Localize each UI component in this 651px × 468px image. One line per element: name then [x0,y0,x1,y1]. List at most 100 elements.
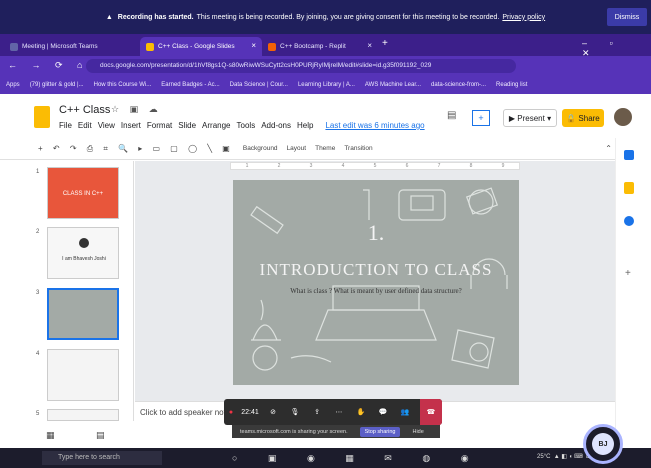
mic-off-icon[interactable]: 🎙 [284,408,306,416]
menu-help[interactable]: Help [297,121,313,130]
slide-thumb-2[interactable]: I am Bhavesh Joshi [47,227,119,279]
tasks-icon[interactable] [624,216,634,226]
menu-bar: File Edit View Insert Format Slide Arran… [59,121,425,130]
menu-slide[interactable]: Slide [178,121,196,130]
sharing-message: teams.microsoft.com is sharing your scre… [240,428,348,435]
layout-button[interactable]: Layout [287,145,307,152]
teams-call-bar: ● 22:41 ⊘ 🎙 ⇪ ⋯ ✋ 💬 👥 ☎ [224,399,442,425]
menu-arrange[interactable]: Arrange [202,121,230,130]
dismiss-button[interactable]: Dismiss [607,8,647,26]
share-screen-icon[interactable]: ⇪ [306,408,328,416]
call-timer: 22:41 [241,408,259,416]
present-label: Present [517,113,545,123]
slide-number: 1 [36,169,40,175]
privacy-policy-link[interactable]: Privacy policy [502,14,545,21]
menu-addons[interactable]: Add-ons [261,121,291,130]
add-addon-icon[interactable]: + [625,268,631,279]
line-art-background [250,187,508,371]
grid-view-icon[interactable]: ▦ [46,430,55,441]
slide-thumb-4[interactable] [47,349,119,401]
avatar-initials: BJ [592,433,614,455]
more-icon[interactable]: ⋯ [328,408,350,416]
bookmark-item[interactable]: data-science-from-... [431,82,486,88]
chat-icon[interactable]: 💬 [372,408,394,416]
slides-logo-icon[interactable] [34,106,50,128]
background-button[interactable]: Background [243,145,278,152]
portrait-icon [79,238,89,248]
close-icon[interactable]: × [367,41,372,50]
menu-format[interactable]: Format [147,121,172,130]
bookmark-item[interactable]: AWS Machine Lear... [365,82,421,88]
close-icon[interactable]: × [251,41,256,50]
taskbar-search[interactable]: Type here to search [42,451,162,465]
url-field[interactable]: docs.google.com/presentation/d/1hVf8gs1Q… [86,59,516,73]
teams-icon [10,43,18,51]
bookmark-item[interactable]: How this Course Wi... [94,82,152,88]
windows-taskbar: Type here to search ○ ▣ ◉ ▦ ✉ ◍ ◉ 25°C ▲… [0,448,651,468]
speaker-notes-placeholder: Click to add speaker notes [140,408,235,417]
transition-button[interactable]: Transition [344,145,372,152]
slide-number: 5 [36,411,40,417]
slide-thumb-1[interactable]: CLASS IN C++ [47,167,119,219]
slide-thumb-3[interactable] [47,288,119,340]
participants-icon[interactable]: 👥 [394,408,416,416]
banner-title: Recording has started. [117,13,194,21]
menu-insert[interactable]: Insert [121,121,141,130]
new-tab-icon[interactable]: + [382,38,388,49]
last-edit-link[interactable]: Last edit was 6 minutes ago [325,121,424,130]
side-panel: + [615,138,651,448]
star-icon[interactable]: ☆ ▣ ☁ [111,104,162,115]
bookmark-item[interactable]: Reading list [496,82,527,88]
tab-strip: Meeting | Microsoft Teams C++ Class - Go… [0,34,651,58]
menu-file[interactable]: File [59,121,72,130]
slide-number: 3 [36,290,40,296]
theme-button[interactable]: Theme [315,145,335,152]
recording-dot-icon: ● [228,408,234,416]
keep-icon[interactable] [624,182,634,194]
current-slide[interactable]: 1. INTRODUCTION TO CLASS What is class ?… [233,180,519,385]
bookmark-item[interactable]: Apps [6,82,20,88]
camera-off-icon[interactable]: ⊘ [262,408,284,416]
bookmark-item[interactable]: (79) glitter & gold |... [30,82,84,88]
calendar-icon[interactable] [624,150,634,160]
slide-number: 4 [36,351,40,357]
toolbar-icons[interactable]: + ↶ ↷ ⎙ ⌗ 🔍 ▸ ▭ ▢ ◯ ╲ ▣ [38,144,234,154]
recording-banner: ▲ Recording has started. This meeting is… [0,0,651,34]
slide-number-text: 1. [367,220,385,245]
editor-toolbar: + ↶ ↷ ⎙ ⌗ 🔍 ▸ ▭ ▢ ◯ ╲ ▣ Background Layou… [0,138,640,160]
tab-teams[interactable]: Meeting | Microsoft Teams [4,37,122,56]
bookmark-item[interactable]: Data Science | Cour... [230,82,288,88]
tab-google-slides[interactable]: C++ Class - Google Slides × [140,37,262,56]
menu-view[interactable]: View [98,121,115,130]
warning-icon: ▲ [105,13,113,21]
taskbar-app-icons[interactable]: ○ ▣ ◉ ▦ ✉ ◍ ◉ [232,453,483,464]
bookmark-item[interactable]: Learning Library | A... [298,82,355,88]
filmstrip: 1 CLASS IN C++ 2 I am Bhavesh Joshi 3 4 … [0,161,134,421]
hang-up-button[interactable]: ☎ [420,399,442,425]
present-button[interactable]: ▶ Present ▾ [503,109,557,127]
tab-label: C++ Bootcamp - Replit [280,43,346,50]
menu-edit[interactable]: Edit [78,121,92,130]
slide-thumb-5[interactable] [47,409,119,421]
add-icon[interactable]: + [472,110,490,126]
filmstrip-view-icon[interactable]: ▤ [96,430,105,441]
document-title[interactable]: C++ Class [59,104,110,116]
chevron-up-icon[interactable]: ⌃ [605,144,612,153]
comments-icon[interactable]: ▤ [447,110,456,121]
bookmark-item[interactable]: Earned Badges - Ac... [161,82,219,88]
menu-tools[interactable]: Tools [237,121,256,130]
sharing-bar: teams.microsoft.com is sharing your scre… [232,425,440,438]
ruler: 123456789 [230,162,520,170]
replit-icon [268,43,276,51]
slides-icon [146,43,154,51]
banner-message: This meeting is being recorded. By joini… [196,13,500,21]
stop-sharing-button[interactable]: Stop sharing [359,426,401,437]
hide-button[interactable]: Hide [412,429,423,435]
nav-arrows-icon[interactable]: ← → ⟳ ⌂ [8,60,88,71]
slide-thumb-text: I am Bhavesh Joshi [62,256,106,262]
raise-hand-icon[interactable]: ✋ [350,408,372,416]
share-button[interactable]: 🔒 Share [562,109,604,127]
user-avatar[interactable] [614,108,632,126]
tab-replit[interactable]: C++ Bootcamp - Replit × [262,37,378,56]
presenter-avatar: BJ [583,424,623,464]
